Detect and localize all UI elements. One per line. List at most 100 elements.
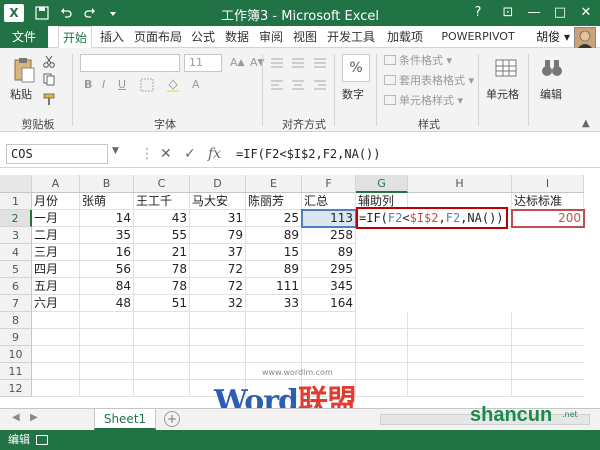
italic-button[interactable]: I [102, 78, 105, 91]
underline-button[interactable]: U [118, 78, 126, 91]
number-format-button[interactable]: 数字 [342, 86, 364, 102]
header-cell[interactable]: 汇总 [302, 193, 356, 210]
tab-view[interactable]: 视图 [290, 26, 320, 48]
tab-home[interactable]: 开始 [58, 26, 92, 48]
header-cell[interactable]: 马大安 [190, 193, 246, 210]
row-header[interactable]: 5 [0, 261, 32, 278]
total-cell[interactable]: 345 [302, 278, 356, 295]
user-name[interactable]: 胡俊 ▾ [536, 26, 570, 48]
value-cell[interactable]: 15 [246, 244, 302, 261]
format-painter-icon[interactable] [42, 92, 56, 106]
column-header-f[interactable]: F [302, 175, 356, 193]
name-box-dropdown-icon[interactable]: ▼ [112, 146, 119, 156]
row-header[interactable]: 8 [0, 312, 32, 329]
value-cell[interactable]: 33 [246, 295, 302, 312]
month-cell[interactable]: 四月 [32, 261, 80, 278]
row-header[interactable]: 1 [0, 193, 32, 210]
align-left-icon[interactable] [270, 78, 330, 92]
cells-icon[interactable] [492, 54, 520, 82]
value-cell[interactable]: 14 [80, 210, 134, 227]
column-header-h[interactable]: H [408, 175, 512, 193]
column-header-d[interactable]: D [190, 175, 246, 193]
avatar-icon[interactable] [574, 27, 596, 49]
paste-button-label[interactable]: 粘贴 [10, 86, 32, 102]
month-cell[interactable]: 一月 [32, 210, 80, 227]
row-header[interactable]: 7 [0, 295, 32, 312]
value-cell[interactable]: 72 [190, 261, 246, 278]
fill-color-icon[interactable] [166, 78, 180, 92]
value-cell[interactable]: 43 [134, 210, 190, 227]
value-cell[interactable]: 89 [246, 227, 302, 244]
enter-icon[interactable]: ✓ [184, 146, 196, 162]
value-cell[interactable]: 51 [134, 295, 190, 312]
paste-icon[interactable] [10, 56, 38, 84]
total-cell[interactable]: 164 [302, 295, 356, 312]
row-header[interactable]: 4 [0, 244, 32, 261]
value-cell[interactable]: 55 [134, 227, 190, 244]
add-sheet-button[interactable]: + [164, 411, 180, 427]
row-header[interactable]: 12 [0, 380, 32, 397]
border-icon[interactable] [140, 78, 154, 92]
cells-button[interactable]: 单元格 [486, 86, 519, 102]
total-cell[interactable]: 89 [302, 244, 356, 261]
align-top-icon[interactable] [270, 56, 330, 70]
value-cell[interactable]: 32 [190, 295, 246, 312]
tab-formulas[interactable]: 公式 [188, 26, 218, 48]
insert-function-icon[interactable]: fx [208, 146, 221, 162]
grow-font-icon[interactable]: A ▲ [230, 56, 245, 69]
tab-developer[interactable]: 开发工具 [324, 26, 378, 48]
cut-icon[interactable] [42, 54, 56, 68]
row-header[interactable]: 2 [0, 210, 32, 227]
value-cell[interactable]: 35 [80, 227, 134, 244]
row-header[interactable]: 10 [0, 346, 32, 363]
total-cell[interactable]: 258 [302, 227, 356, 244]
total-cell[interactable]: 295 [302, 261, 356, 278]
value-cell[interactable]: 89 [246, 261, 302, 278]
row-header[interactable]: 6 [0, 278, 32, 295]
column-header-e[interactable]: E [246, 175, 302, 193]
minimize-button[interactable]: — [522, 2, 546, 22]
value-cell[interactable]: 21 [134, 244, 190, 261]
column-header-g[interactable]: G [356, 175, 408, 193]
tab-addins[interactable]: 加载项 [382, 26, 428, 48]
header-cell[interactable]: 陈丽芳 [246, 193, 302, 210]
help-button[interactable]: ? [466, 2, 490, 22]
sheet-tab-sheet1[interactable]: Sheet1 [94, 409, 156, 430]
month-cell[interactable]: 五月 [32, 278, 80, 295]
tab-file[interactable]: 文件 [0, 26, 48, 48]
macro-record-icon[interactable] [36, 435, 48, 445]
close-button[interactable]: ✕ [574, 2, 598, 22]
value-cell[interactable]: 16 [80, 244, 134, 261]
cancel-icon[interactable]: ✕ [160, 146, 172, 162]
row-header[interactable]: 3 [0, 227, 32, 244]
month-cell[interactable]: 三月 [32, 244, 80, 261]
tab-powerpivot[interactable]: POWERPIVOT [434, 26, 522, 48]
header-cell[interactable]: 达标标准 [512, 193, 584, 210]
conditional-format-button[interactable]: 条件格式 ▾ [384, 52, 452, 68]
value-cell[interactable]: 37 [190, 244, 246, 261]
copy-icon[interactable] [42, 72, 56, 86]
binoculars-icon[interactable] [538, 54, 566, 82]
bold-button[interactable]: B [84, 78, 92, 91]
formula-input[interactable]: =IF(F2<$I$2,F2,NA()) [236, 144, 590, 164]
sheet-nav-next-icon[interactable]: ▶ [30, 412, 38, 423]
column-header-b[interactable]: B [80, 175, 134, 193]
value-cell[interactable]: 72 [190, 278, 246, 295]
value-cell[interactable]: 78 [134, 278, 190, 295]
name-box[interactable]: COS [6, 144, 108, 164]
value-cell[interactable]: 48 [80, 295, 134, 312]
value-cell[interactable]: 25 [246, 210, 302, 227]
row-header[interactable]: 11 [0, 363, 32, 380]
collapse-ribbon-icon[interactable]: ▲ [582, 118, 590, 129]
ribbon-display-button[interactable]: ⊡ [496, 2, 520, 22]
cell-edit-box[interactable]: =IF(F2<$I$2,F2,NA()) [356, 207, 508, 229]
font-size-dropdown[interactable]: 11 [184, 54, 222, 72]
row-header[interactable]: 9 [0, 329, 32, 346]
value-cell[interactable]: 56 [80, 261, 134, 278]
header-cell[interactable]: 张萌 [80, 193, 134, 210]
font-color-icon[interactable]: A [192, 78, 200, 91]
percent-icon[interactable]: % [342, 54, 370, 82]
value-cell[interactable]: 84 [80, 278, 134, 295]
select-all-corner[interactable] [0, 175, 32, 193]
sheet-nav-prev-icon[interactable]: ◀ [12, 412, 20, 423]
